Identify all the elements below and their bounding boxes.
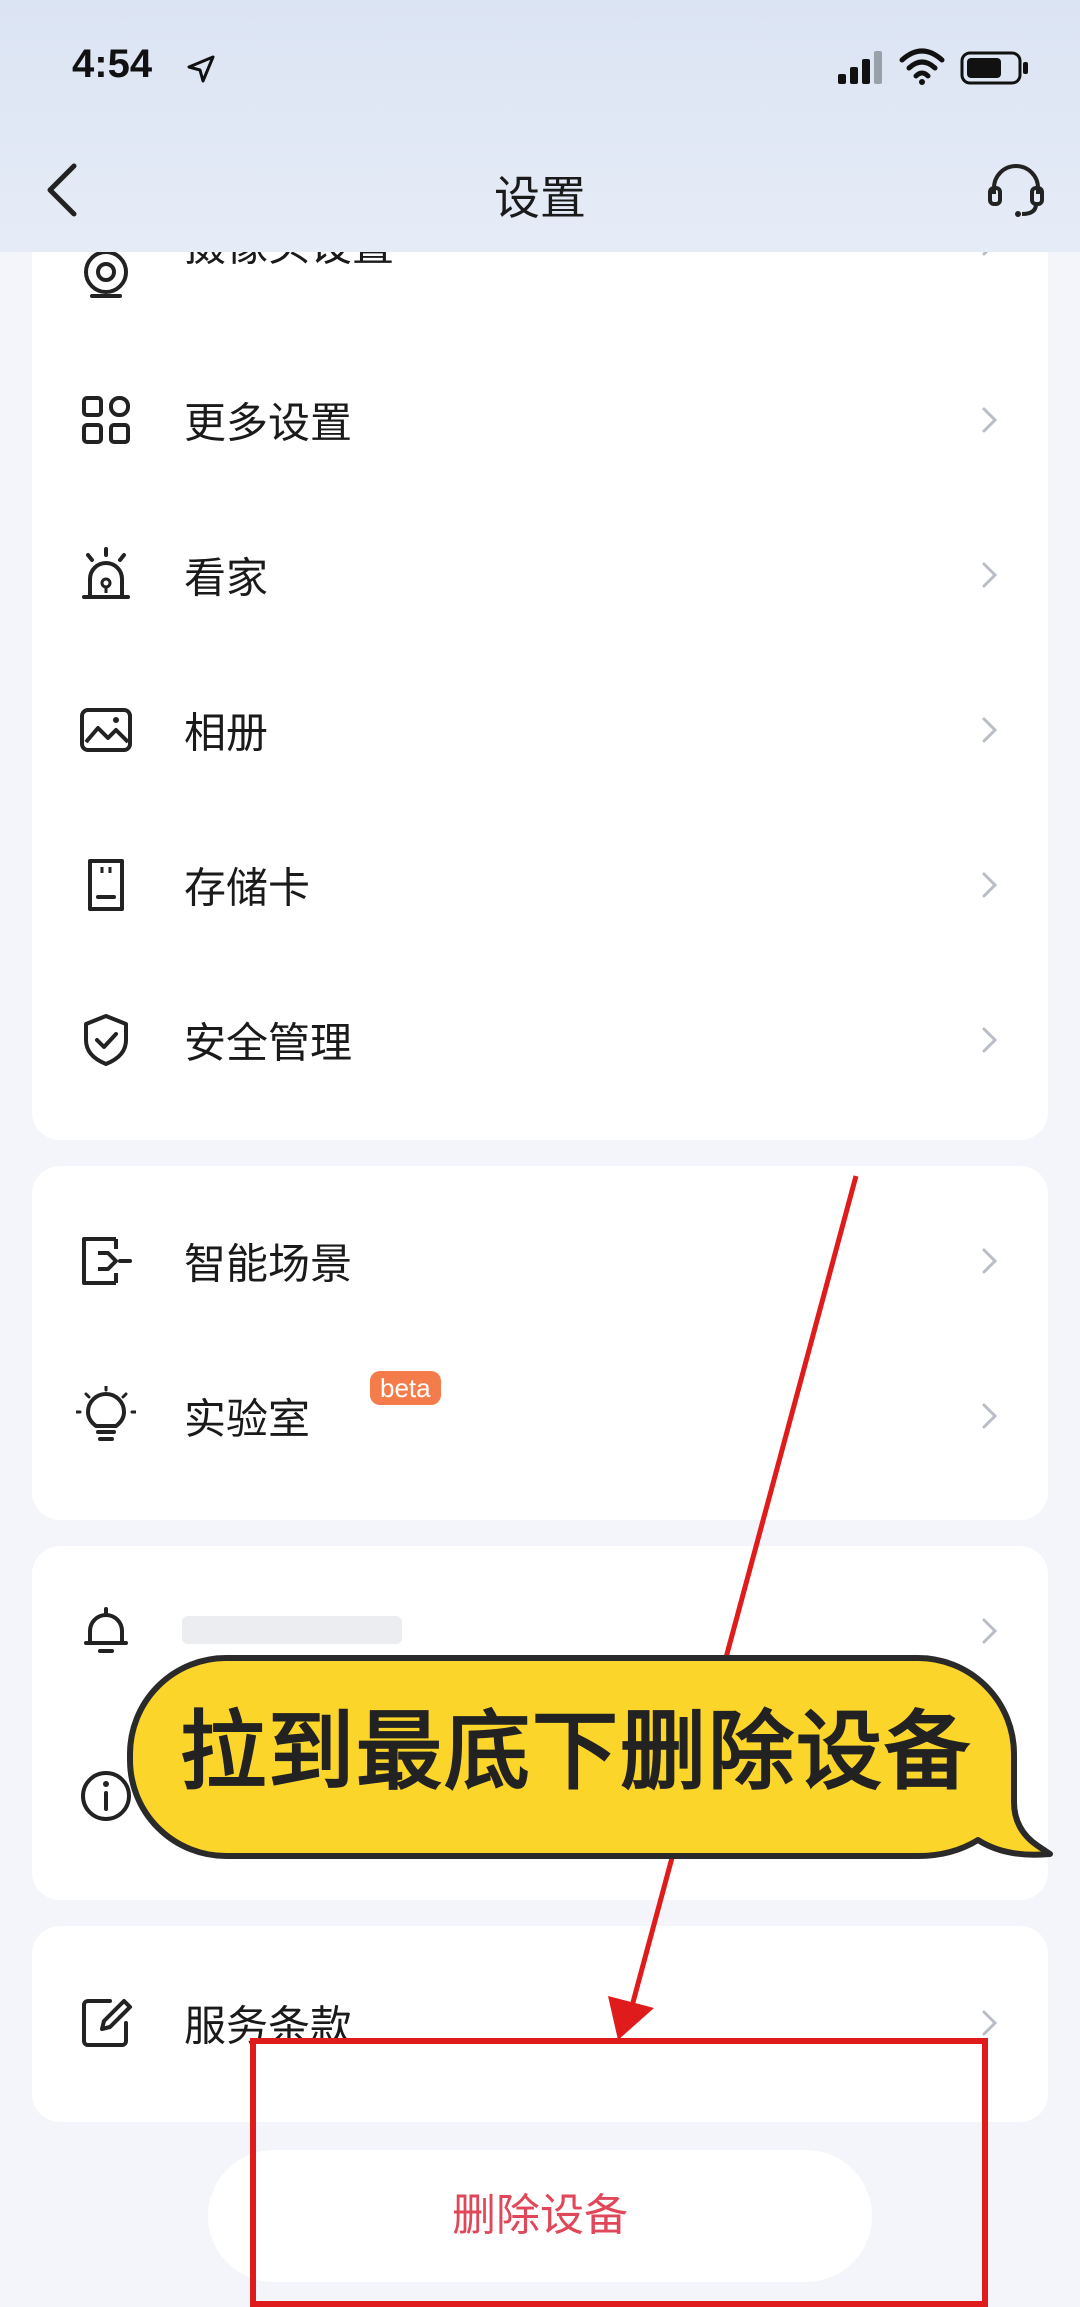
battery-icon [960,51,1028,85]
row-label: 存储卡 [184,863,311,913]
settings-card-main: 摄像头设置 更多设置 看家 [32,200,1048,1140]
chevron-right-icon [982,717,998,743]
chevron-right-icon [982,1618,998,1644]
header-bar: 4:54 设置 [0,0,1080,252]
chevron-right-icon [982,562,998,588]
chevron-right-icon [982,2010,998,2036]
camera-icon [84,250,128,298]
wifi-icon [899,48,945,85]
row-label: 看家 [184,553,269,603]
row-home-watch[interactable]: 看家 [32,500,1048,650]
location-arrow-icon [187,55,215,83]
chevron-right-icon [982,407,998,433]
status-time: 4:54 [72,42,153,86]
row-album[interactable]: 相册 [32,655,1048,805]
highlight-rectangle [250,2038,988,2307]
chevron-right-icon [982,1027,998,1053]
row-label: 更多设置 [184,398,353,448]
row-more-settings[interactable]: 更多设置 [32,345,1048,495]
grid-icon [82,396,130,444]
settings-card-scenes: 智能场景 实验室 beta [32,1166,1048,1520]
callout-text: 拉到最底下删除设备 [180,1702,972,1802]
row-storage-card[interactable]: 存储卡 [32,810,1048,960]
page-title: 设置 [494,171,586,225]
row-label: 实验室 [184,1394,311,1444]
headset-support-icon[interactable] [984,158,1048,222]
bell-icon [84,1607,128,1653]
smart-scene-icon [82,1237,132,1285]
edit-document-icon [82,1999,132,2047]
shield-check-icon [84,1014,128,1066]
chevron-right-icon [982,1403,998,1429]
lightbulb-icon [76,1386,136,1441]
alarm-siren-icon [82,547,130,599]
row-lab[interactable]: 实验室 beta [32,1341,1048,1491]
row-label: 相册 [184,708,269,758]
cellular-signal-icon [838,51,882,84]
row-smart-scenes[interactable]: 智能场景 [32,1186,1048,1336]
sd-card-icon [88,859,124,911]
row-label: 智能场景 [184,1239,353,1289]
obscured-label [182,1616,402,1644]
chevron-right-icon [982,1248,998,1274]
beta-badge: beta [370,1371,441,1405]
row-security[interactable]: 安全管理 [32,965,1048,1115]
chevron-right-icon [982,872,998,898]
image-gallery-icon [80,708,132,752]
row-label: 安全管理 [184,1018,353,1068]
